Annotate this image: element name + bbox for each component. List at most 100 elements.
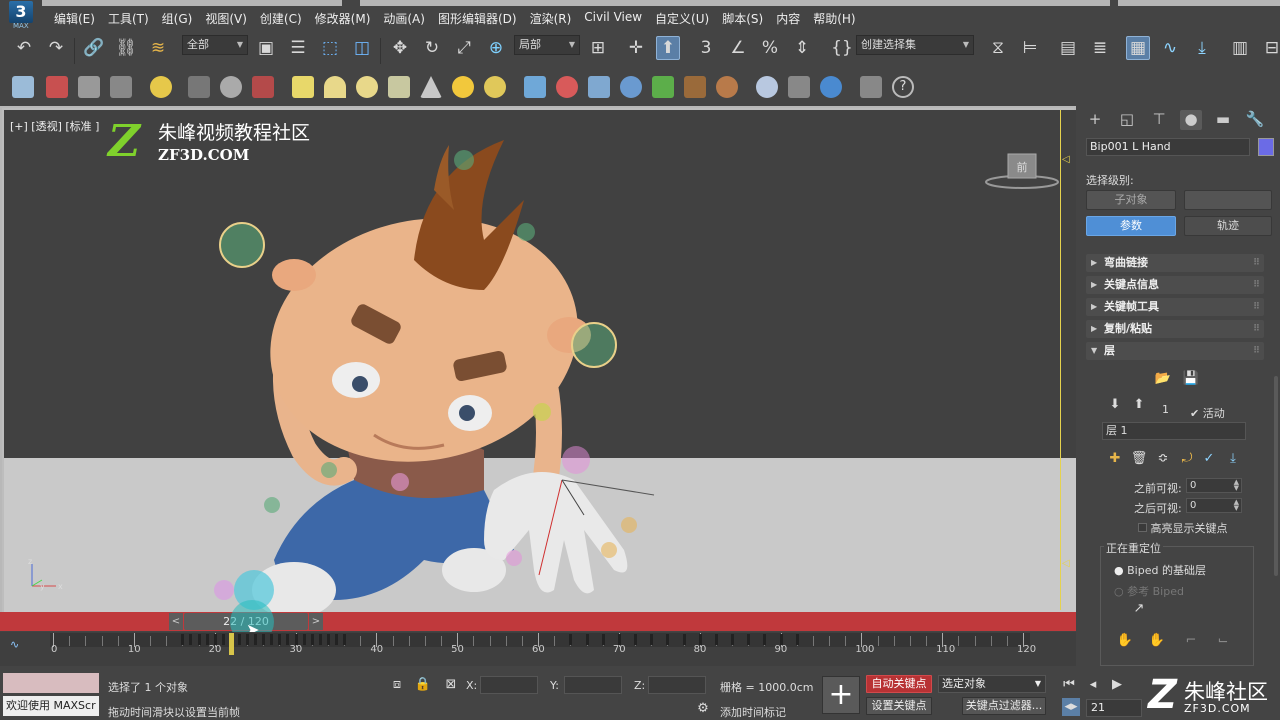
select-by-name-icon[interactable]: ☰: [286, 36, 310, 60]
schematic-view-icon[interactable]: ⤓: [1190, 36, 1214, 60]
keyframe-marker[interactable]: [302, 634, 306, 645]
sub-object-button[interactable]: 子对象: [1086, 190, 1176, 210]
named-selection-set-dropdown[interactable]: 创建选择集 ▼: [856, 35, 974, 55]
maxscript-listener[interactable]: 欢迎使用 MAXScr: [3, 696, 99, 716]
render-setup-icon[interactable]: ⊟: [1260, 36, 1280, 60]
placement-icon[interactable]: ⊕: [484, 36, 508, 60]
keyframe-marker[interactable]: [221, 634, 225, 645]
rollout-header[interactable]: ▶ 关键点信息 ⠿: [1086, 276, 1264, 294]
rotate-icon[interactable]: ↻: [420, 36, 444, 60]
keyframe-marker[interactable]: [310, 634, 314, 645]
keyframe-marker[interactable]: [189, 634, 193, 645]
utilities-tab-icon[interactable]: 🔧: [1244, 110, 1266, 130]
isolate-icon[interactable]: ⧈: [388, 676, 406, 694]
maxscript-output[interactable]: [3, 673, 99, 693]
z-field[interactable]: [648, 676, 706, 694]
play-icon[interactable]: ▶: [1108, 676, 1126, 694]
current-frame-field[interactable]: 21: [1086, 699, 1142, 717]
gear-icon[interactable]: [620, 76, 642, 98]
keyframe-marker[interactable]: [343, 634, 346, 645]
add-time-tag[interactable]: 添加时间标记: [720, 704, 786, 720]
basket-icon[interactable]: [388, 76, 410, 98]
lock-icon[interactable]: 🔒: [414, 676, 432, 694]
selection-filter-dropdown[interactable]: 全部 ▼: [182, 35, 248, 55]
auto-key-button[interactable]: 自动关键点: [866, 675, 932, 693]
keyframe-marker[interactable]: [246, 634, 249, 645]
params-button[interactable]: 参数: [1086, 216, 1176, 236]
ribbon-toggle-icon[interactable]: ▦: [1126, 36, 1150, 60]
modify-tab-icon[interactable]: ◱: [1116, 110, 1138, 130]
render-frame-icon[interactable]: [46, 76, 68, 98]
arrow-down-icon[interactable]: ⬇: [1106, 396, 1124, 414]
menu-item[interactable]: 编辑(E): [54, 10, 104, 27]
rollout-header[interactable]: ▼ 层 ⠿: [1086, 342, 1264, 360]
select-object-icon[interactable]: ▣: [254, 36, 278, 60]
material-sphere-icon[interactable]: [756, 76, 778, 98]
unlink-icon[interactable]: ⛓: [114, 36, 138, 60]
molecule-icon[interactable]: [556, 76, 578, 98]
display-tab-icon[interactable]: ▬: [1212, 110, 1234, 130]
keyframe-marker[interactable]: [682, 634, 686, 645]
redo-icon[interactable]: ↷: [44, 36, 68, 60]
hair-icon[interactable]: [684, 76, 706, 98]
set-key-button[interactable]: 设置关键点: [866, 697, 932, 715]
biped-base-layer-radio[interactable]: ● Biped 的基础层: [1114, 562, 1206, 578]
save-layer-icon[interactable]: 💾: [1182, 370, 1200, 388]
keyframe-marker[interactable]: [181, 634, 185, 645]
viewport-label[interactable]: [+] [透视] [标准 ]: [10, 118, 99, 134]
keyframe-marker[interactable]: [262, 634, 266, 645]
angle-snap-icon[interactable]: ∠: [726, 36, 750, 60]
fur-icon[interactable]: [716, 76, 738, 98]
menu-item[interactable]: 脚本(S): [722, 10, 772, 27]
next-frame-button[interactable]: >: [309, 613, 323, 630]
menu-item[interactable]: 视图(V): [205, 10, 256, 27]
track-bar[interactable]: 0 10 20 30 40 50 60 70 80 90 100 110 120: [0, 632, 1076, 666]
viewport-perspective[interactable]: [+] [透视] [标准 ] Z 朱峰视频教程社区 ZF3D.COM 前 ◁ ◁…: [0, 106, 1076, 630]
load-layer-icon[interactable]: 📂: [1154, 370, 1172, 388]
object-name-field[interactable]: Bip001 L Hand: [1086, 138, 1250, 156]
snap-layer-icon[interactable]: ✓: [1200, 450, 1218, 468]
key-selection-dropdown[interactable]: 选定对象 ▼: [938, 675, 1046, 693]
keyboard-shortcut-override-icon[interactable]: ⬆: [656, 36, 680, 60]
scene-explorer-icon[interactable]: ▤: [1056, 36, 1080, 60]
rect-selection-icon[interactable]: ⬚: [318, 36, 342, 60]
menu-item[interactable]: 修改器(M): [315, 10, 380, 27]
rollout-header[interactable]: ▶ 弯曲链接 ⠿: [1086, 254, 1264, 272]
reference-coord-dropdown[interactable]: 局部 ▼: [514, 35, 580, 55]
menu-item[interactable]: 图形编辑器(D): [438, 10, 526, 27]
sub-object-dropdown[interactable]: [1184, 190, 1272, 210]
select-layer-icon[interactable]: ⤾: [1178, 450, 1196, 468]
menu-item[interactable]: Civil View: [584, 10, 651, 27]
spinner-snap-icon[interactable]: ⇕: [790, 36, 814, 60]
menu-item[interactable]: 内容: [776, 10, 809, 27]
environment-icon[interactable]: [820, 76, 842, 98]
percent-snap-icon[interactable]: %: [758, 36, 782, 60]
move-icon[interactable]: ✥: [388, 36, 412, 60]
arrow-up-icon[interactable]: ⬆: [1130, 396, 1148, 414]
after-visible-spinner[interactable]: 0 ▲ ▼: [1186, 498, 1242, 513]
render-region-icon[interactable]: [788, 76, 810, 98]
help-icon[interactable]: ?: [892, 76, 914, 98]
light-bulb-icon[interactable]: [150, 76, 172, 98]
create-tab-icon[interactable]: +: [1084, 110, 1106, 130]
keyframe-marker[interactable]: [585, 634, 589, 645]
curve-editor-icon[interactable]: ∿: [1158, 36, 1182, 60]
viewcube[interactable]: 前: [984, 150, 1064, 200]
camera-icon[interactable]: [188, 76, 210, 98]
hand-pose-2-icon[interactable]: ✋: [1148, 632, 1166, 650]
menu-item[interactable]: 工具(T): [108, 10, 158, 27]
time-tag-icon[interactable]: ⚙: [694, 700, 712, 718]
app-logo[interactable]: 3 MAX: [4, 1, 40, 31]
particle-icon[interactable]: [524, 76, 546, 98]
menu-item[interactable]: 组(G): [162, 10, 202, 27]
rollout-header[interactable]: ▶ 复制/粘贴 ⠿: [1086, 320, 1264, 338]
previous-frame-icon[interactable]: ◂: [1084, 676, 1102, 694]
y-field[interactable]: [564, 676, 622, 694]
menu-item[interactable]: 创建(C): [260, 10, 311, 27]
keyframe-marker[interactable]: [601, 634, 605, 645]
keyframe-marker[interactable]: [270, 634, 274, 645]
disc-icon[interactable]: [484, 76, 506, 98]
layer-name-field[interactable]: 层 1: [1102, 422, 1246, 440]
dome-icon[interactable]: [324, 76, 346, 98]
snaps-toggle-icon[interactable]: 3: [694, 36, 718, 60]
